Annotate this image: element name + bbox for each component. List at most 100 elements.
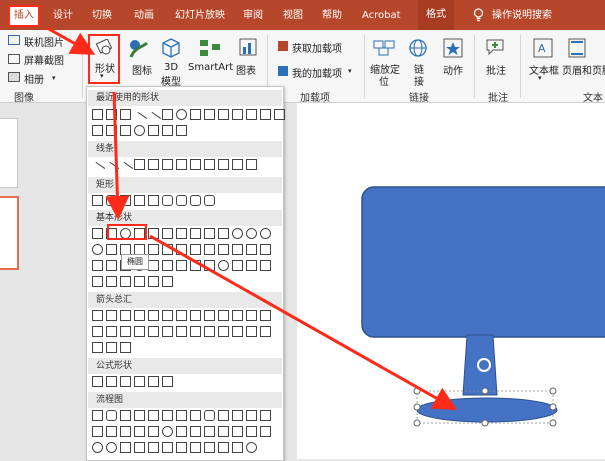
shape-item[interactable] <box>89 161 106 178</box>
chevron-down-icon[interactable]: ▾ <box>100 72 104 80</box>
shape-item[interactable] <box>260 228 271 239</box>
shape-item[interactable] <box>120 276 131 287</box>
shape-item[interactable] <box>246 244 257 255</box>
chevron-down-icon[interactable]: ▾ <box>348 67 352 75</box>
shape-item[interactable] <box>92 410 103 421</box>
online-pictures-button[interactable]: 联机图片 <box>24 34 64 49</box>
shape-item[interactable] <box>106 442 117 453</box>
monitor-screen-shape[interactable] <box>361 186 605 338</box>
shape-item[interactable] <box>204 426 215 437</box>
shape-item[interactable] <box>204 244 215 255</box>
shape-item[interactable] <box>106 426 117 437</box>
chevron-down-icon[interactable]: ▾ <box>538 74 542 82</box>
shape-item[interactable] <box>190 442 201 453</box>
shape-item[interactable] <box>190 260 201 271</box>
shape-item[interactable] <box>176 109 187 120</box>
shape-item[interactable] <box>148 159 159 170</box>
shape-item[interactable] <box>204 260 215 271</box>
zoom-button-line2[interactable]: 位 <box>379 73 389 88</box>
shape-item[interactable] <box>246 326 257 337</box>
shape-item[interactable] <box>92 376 103 387</box>
shape-item[interactable] <box>120 442 131 453</box>
shape-item[interactable] <box>232 410 243 421</box>
shape-item[interactable] <box>218 410 229 421</box>
tab-view[interactable]: 视图 <box>283 8 303 24</box>
shape-item[interactable] <box>176 125 187 136</box>
tab-review[interactable]: 审阅 <box>243 8 263 24</box>
shape-item[interactable] <box>232 426 243 437</box>
shape-item[interactable] <box>106 410 117 421</box>
shape-item[interactable] <box>162 276 173 287</box>
shape-item[interactable] <box>106 342 117 353</box>
shape-item[interactable] <box>120 125 131 136</box>
shape-item[interactable] <box>176 159 187 170</box>
shape-item[interactable] <box>134 310 145 321</box>
shape-item[interactable] <box>106 109 117 120</box>
slide-canvas[interactable] <box>297 103 605 459</box>
shape-item[interactable] <box>246 109 257 120</box>
chart-button[interactable]: 图表 <box>236 62 256 77</box>
shape-item[interactable] <box>246 310 257 321</box>
shape-item[interactable] <box>106 125 117 136</box>
shape-item[interactable] <box>134 276 145 287</box>
shape-item[interactable] <box>148 228 159 239</box>
shape-item[interactable] <box>148 376 159 387</box>
slide-thumbnail[interactable] <box>0 118 18 188</box>
shape-item[interactable] <box>218 426 229 437</box>
shape-item[interactable] <box>232 109 243 120</box>
shape-item[interactable] <box>148 195 159 206</box>
screenshot-button[interactable]: 屏幕截图 <box>24 52 64 67</box>
shape-item[interactable] <box>176 410 187 421</box>
shape-item[interactable] <box>232 260 243 271</box>
shape-item[interactable] <box>218 244 229 255</box>
shape-item[interactable] <box>134 125 145 136</box>
header-footer-button[interactable]: 页眉和页脚 <box>562 62 605 77</box>
shape-item[interactable] <box>176 195 187 206</box>
shape-item[interactable] <box>106 195 117 206</box>
shape-item[interactable] <box>148 442 159 453</box>
shape-item[interactable] <box>218 109 229 120</box>
ellipse-base-shape[interactable] <box>416 397 558 423</box>
shape-item[interactable] <box>204 159 215 170</box>
shape-item[interactable] <box>204 228 215 239</box>
shape-item[interactable] <box>204 442 215 453</box>
shape-item[interactable] <box>92 342 103 353</box>
shape-item[interactable] <box>232 326 243 337</box>
tab-format[interactable]: 格式 <box>418 0 454 30</box>
shape-item[interactable] <box>120 376 131 387</box>
shape-item[interactable] <box>162 125 173 136</box>
shape-item[interactable] <box>162 442 173 453</box>
shape-item[interactable] <box>134 326 145 337</box>
shape-item[interactable] <box>260 244 271 255</box>
tab-insert[interactable]: 插入 <box>8 5 40 27</box>
shape-item[interactable] <box>120 342 131 353</box>
shape-item[interactable] <box>190 159 201 170</box>
shape-item[interactable] <box>260 426 271 437</box>
shape-item[interactable] <box>92 260 103 271</box>
shape-item[interactable] <box>120 326 131 337</box>
shape-item[interactable] <box>246 159 257 170</box>
shape-item[interactable] <box>106 376 117 387</box>
shape-item[interactable] <box>176 426 187 437</box>
shape-item[interactable] <box>120 426 131 437</box>
shape-item[interactable] <box>218 310 229 321</box>
shape-item[interactable] <box>162 426 173 437</box>
my-addins-button[interactable]: 我的加载项 <box>292 65 342 80</box>
tab-animations[interactable]: 动画 <box>134 8 154 24</box>
shape-item[interactable] <box>148 426 159 437</box>
shapes-button[interactable]: 形状 <box>95 60 115 75</box>
shape-item[interactable] <box>103 161 120 178</box>
shape-item[interactable] <box>92 228 103 239</box>
shape-item[interactable] <box>162 244 173 255</box>
shape-item[interactable] <box>134 195 145 206</box>
shape-item[interactable] <box>190 195 201 206</box>
comment-button[interactable]: 批注 <box>486 62 506 77</box>
shape-item[interactable] <box>162 376 173 387</box>
shape-item[interactable] <box>106 276 117 287</box>
shape-item[interactable] <box>176 442 187 453</box>
shape-item[interactable] <box>148 260 159 271</box>
shape-item[interactable] <box>246 410 257 421</box>
tab-design[interactable]: 设计 <box>53 8 73 24</box>
shape-item[interactable] <box>218 442 229 453</box>
shape-item[interactable] <box>176 310 187 321</box>
